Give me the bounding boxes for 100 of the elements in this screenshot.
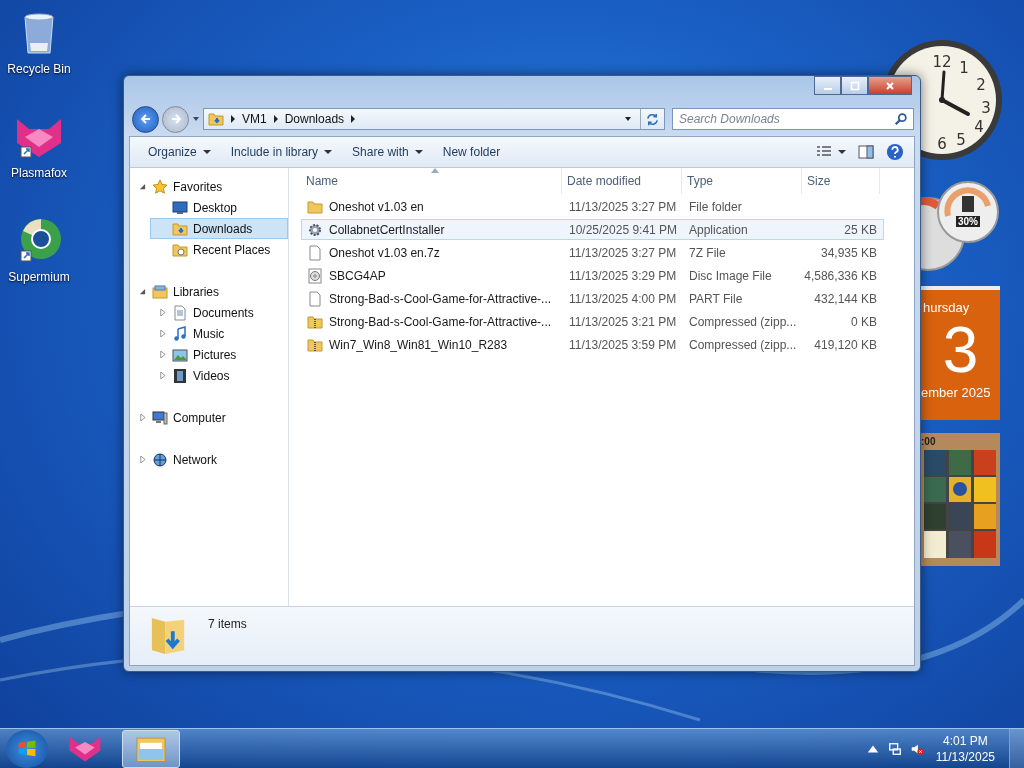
zip-folder-icon (307, 336, 323, 353)
collapsed-arrow-icon[interactable] (139, 456, 146, 463)
file-size: 419,120 KB (814, 337, 877, 352)
file-row[interactable]: SBCG4AP 11/13/2025 3:29 PM Disc Image File 4,586,336 KB (301, 265, 884, 286)
collapsed-arrow-icon[interactable] (159, 309, 166, 316)
file-name: SBCG4AP (329, 268, 386, 283)
toolbar-button[interactable]: Share with (342, 141, 433, 163)
collapsed-arrow-icon[interactable] (159, 351, 166, 358)
column-header[interactable]: Date modified (562, 168, 682, 194)
close-button[interactable] (868, 76, 912, 95)
document-icon (307, 290, 323, 307)
date-modified: 11/13/2025 3:27 PM (568, 199, 678, 214)
file-type: Compressed (zipp... (688, 314, 798, 329)
nav-item[interactable]: Documents (150, 302, 288, 323)
document-icon (172, 304, 188, 321)
folder-icon (307, 198, 323, 215)
file-size: 25 KB (844, 222, 877, 237)
column-header[interactable]: Name (301, 168, 562, 194)
file-row[interactable]: Win7_Win8_Win81_Win10_R283 11/13/2025 3:59 PM Compressed (zipp... 419,120 KB (301, 334, 884, 355)
nav-item[interactable]: Libraries (130, 281, 288, 302)
expanded-arrow-icon[interactable] (139, 288, 146, 295)
search-icon[interactable] (894, 112, 908, 126)
toolbar-button[interactable]: New folder (432, 141, 511, 163)
file-row[interactable]: Oneshot v1.03 en.7z 11/13/2025 3:27 PM 7Z File 34,935 KB (301, 242, 884, 263)
collapsed-arrow-icon[interactable] (139, 414, 146, 421)
puzzle-timer: :00 (921, 436, 937, 449)
file-name: CollabnetCertInstaller (329, 222, 445, 237)
taskbar-time[interactable]: 4:01 PM (943, 732, 988, 749)
breadcrumb-arrow-icon[interactable] (230, 115, 236, 123)
address-history-caret-icon[interactable] (624, 115, 632, 123)
toolbar-button[interactable]: Include in library (220, 141, 343, 163)
taskbar-app-button[interactable] (122, 729, 180, 768)
folder-icon (172, 220, 188, 237)
date-modified: 11/13/2025 3:29 PM (568, 268, 678, 283)
picture-icon (172, 346, 188, 363)
disc-icon (307, 267, 323, 284)
breadcrumb-arrow-icon[interactable] (272, 115, 279, 123)
nav-item[interactable]: Pictures (150, 344, 288, 365)
nav-item[interactable]: Network (130, 449, 288, 470)
expanded-arrow-icon[interactable] (139, 183, 146, 190)
memory-reading: 30% (956, 216, 980, 227)
fox-head-icon (68, 734, 102, 763)
caret-icon (324, 148, 333, 156)
file-row[interactable]: Strong-Bad-s-Cool-Game-for-Attractive-... 11/13/2025 3:21 PM Compressed (zipp... 0 KB (301, 311, 884, 332)
search-field[interactable]: Search Downloads (672, 108, 914, 130)
folder-icon (172, 241, 188, 258)
nav-item[interactable]: Music (150, 323, 288, 344)
toolbar-button[interactable]: Organize (138, 141, 221, 163)
desktop-icon-label[interactable]: Recycle Bin (7, 62, 71, 76)
nav-item[interactable]: Videos (150, 365, 288, 386)
library-icon (152, 283, 168, 300)
preview-pane-icon (858, 144, 874, 160)
date-modified: 11/13/2025 3:21 PM (568, 314, 678, 329)
file-row[interactable]: Oneshot v1.03 en 11/13/2025 3:27 PM File folder (301, 196, 884, 217)
date-modified: 11/13/2025 3:27 PM (568, 245, 678, 260)
computer-icon (152, 409, 168, 426)
file-type: PART File (688, 291, 744, 306)
minimize-icon (823, 87, 832, 90)
monitor-icon (172, 199, 188, 216)
file-row[interactable]: Strong-Bad-s-Cool-Game-for-Attractive-... 11/13/2025 4:00 PM PART File 432,144 KB (301, 288, 884, 309)
caret-icon (838, 148, 846, 156)
document-icon (307, 244, 323, 261)
close-icon (885, 80, 895, 91)
file-size: 34,935 KB (820, 245, 877, 260)
start-button[interactable] (6, 729, 48, 768)
caret-icon (202, 148, 211, 156)
nav-item[interactable]: Downloads (150, 218, 288, 239)
file-type: File folder (688, 199, 743, 214)
nav-item[interactable]: Favorites (130, 176, 288, 197)
breadcrumb-item[interactable]: Downloads (284, 112, 345, 126)
maximize-button[interactable] (841, 76, 868, 95)
taskbar-date[interactable]: 11/13/2025 (935, 748, 995, 765)
file-type: Application (688, 222, 749, 237)
address-bar[interactable]: VM1 Downloads (203, 108, 665, 130)
nav-item[interactable]: Recent Places (150, 239, 288, 260)
column-header[interactable]: Size (802, 168, 880, 194)
nav-item[interactable]: Computer (130, 407, 288, 428)
network-icon[interactable] (887, 741, 902, 756)
file-row[interactable]: CollabnetCertInstaller 10/25/2025 9:41 PM Application 25 KB (301, 219, 884, 240)
file-size: 4,586,336 KB (804, 268, 877, 283)
breadcrumb-item[interactable]: VM1 (242, 112, 267, 126)
minimize-button[interactable] (814, 76, 841, 95)
desktop-icon-label[interactable]: Plasmafox (11, 166, 67, 180)
recent-pages-caret-icon[interactable] (192, 115, 200, 123)
calendar-month: ember 2025 (921, 385, 991, 400)
sort-arrow-icon (431, 168, 439, 173)
back-button[interactable] (132, 105, 159, 133)
column-header[interactable]: Type (682, 168, 802, 194)
music-note-icon (172, 325, 188, 342)
collapsed-arrow-icon[interactable] (159, 330, 166, 337)
show-desktop-button[interactable] (1009, 728, 1024, 768)
desktop-icon-label[interactable]: Supermium (8, 270, 70, 284)
calendar-day: 3 (942, 315, 979, 385)
breadcrumb-arrow-icon[interactable] (350, 115, 357, 123)
file-type: 7Z File (688, 245, 727, 260)
file-name: Strong-Bad-s-Cool-Game-for-Attractive-... (329, 314, 552, 329)
folder-icon (208, 111, 224, 127)
collapsed-arrow-icon[interactable] (159, 372, 166, 379)
nav-item[interactable]: Desktop (150, 197, 288, 218)
file-name: Oneshot v1.03 en (329, 199, 424, 214)
